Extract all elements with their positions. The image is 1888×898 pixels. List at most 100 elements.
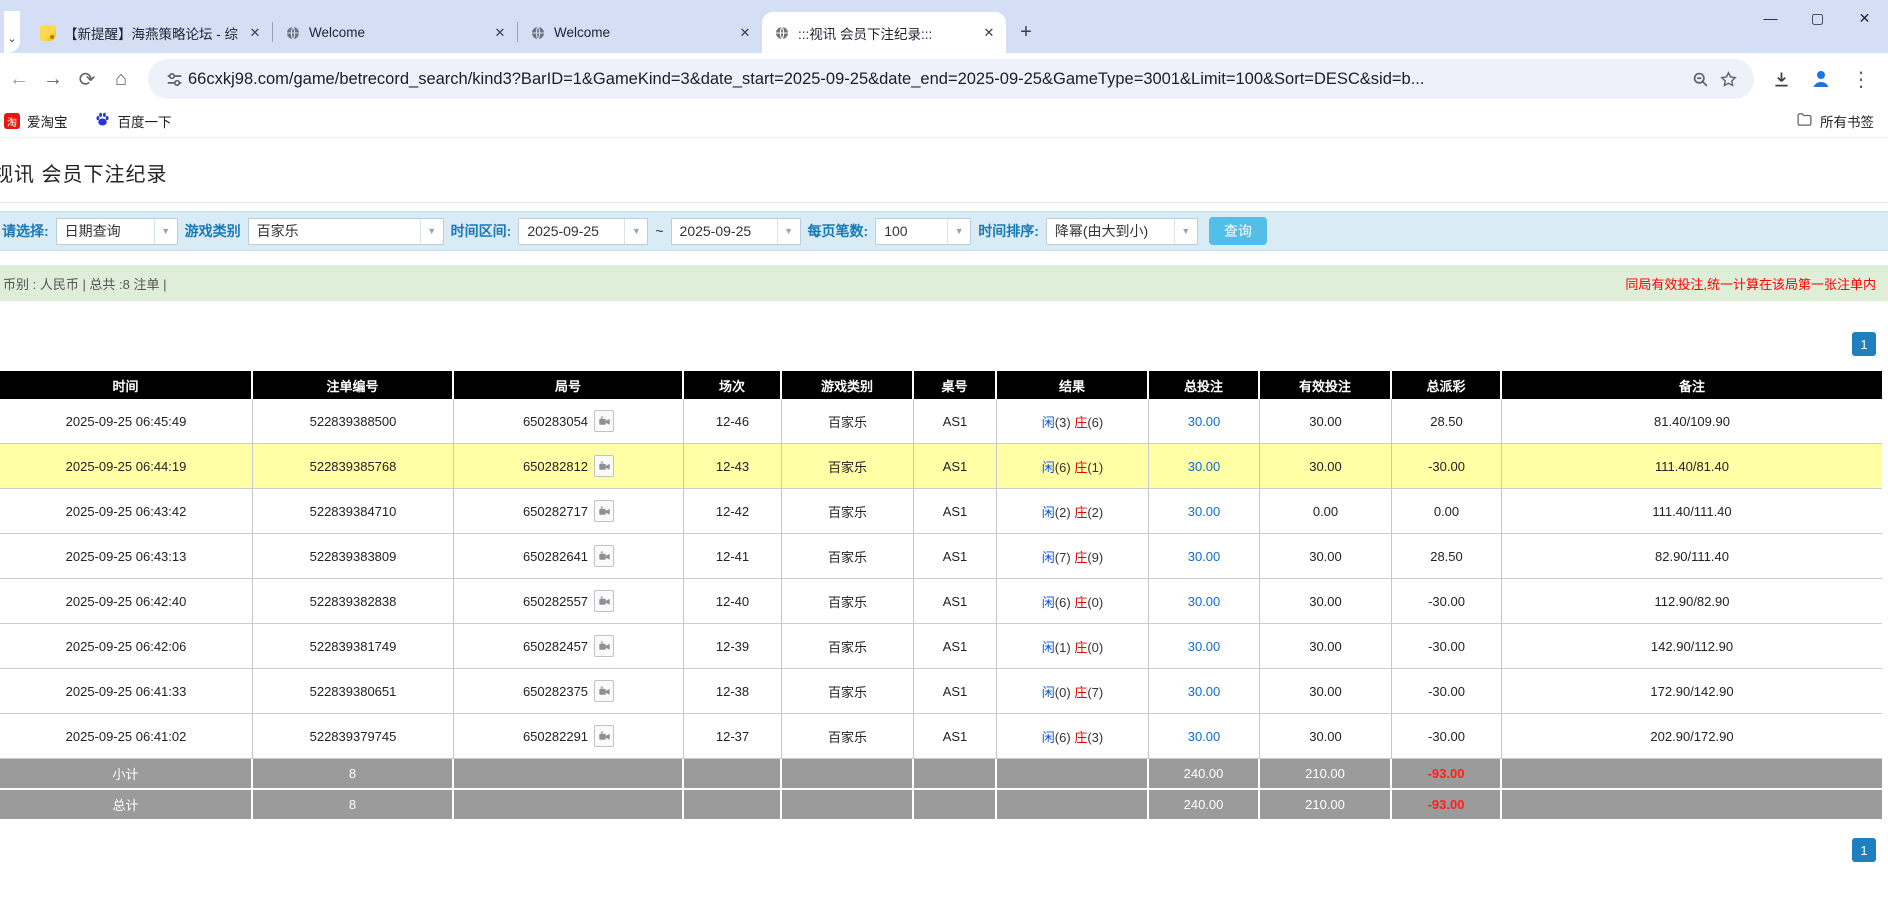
table-row: 2025-09-25 06:42:06522839381749650282457… [0, 624, 1882, 669]
chevron-down-icon[interactable]: ▼ [624, 219, 647, 244]
page-number-button[interactable]: 1 [1852, 332, 1876, 356]
total-row: 总计8240.00210.00-93.00 [0, 790, 1882, 821]
menu-kebab-icon[interactable]: ⋮ [1844, 62, 1878, 96]
table-row: 2025-09-25 06:44:19522839385768650282812… [0, 444, 1882, 489]
cell-game: 百家乐 [782, 624, 914, 669]
maximize-button[interactable]: ▢ [1794, 0, 1841, 36]
url-text[interactable]: 66cxkj98.com/game/betrecord_search/kind3… [188, 70, 1686, 89]
home-icon[interactable]: ⌂ [104, 62, 138, 96]
cell-table-no: AS1 [914, 579, 997, 624]
close-icon[interactable]: ✕ [246, 24, 264, 42]
profile-avatar-icon[interactable] [1804, 62, 1838, 96]
close-icon[interactable]: ✕ [980, 24, 998, 42]
pagination-bottom: 1 [0, 838, 1888, 862]
video-replay-icon[interactable] [594, 725, 614, 747]
cell-payout: -30.00 [1392, 624, 1502, 669]
forward-icon[interactable]: → [36, 62, 70, 96]
all-bookmarks[interactable]: 所有书签 [1796, 111, 1874, 131]
cell-time: 2025-09-25 06:41:02 [0, 714, 253, 759]
close-icon[interactable]: ✕ [491, 24, 509, 42]
query-button[interactable]: 查询 [1209, 217, 1267, 245]
cell-result: 闲(6) 庄(0) [997, 579, 1149, 624]
chevron-down-icon[interactable]: ▼ [947, 219, 970, 244]
cell-round-no: 650282375 [454, 669, 684, 714]
cell-session: 12-40 [684, 579, 782, 624]
cell-game: 百家乐 [782, 399, 914, 444]
select-type-label: 请选择: [2, 221, 49, 241]
video-replay-icon[interactable] [594, 635, 614, 657]
page-size-select[interactable]: 100 ▼ [875, 218, 971, 245]
address-bar[interactable]: 66cxkj98.com/game/betrecord_search/kind3… [148, 59, 1754, 99]
tab-title: 【新提醒】海燕策略论坛 - 综合 [64, 23, 238, 43]
cell-total-bet[interactable]: 30.00 [1149, 444, 1260, 489]
cell-total-bet[interactable]: 30.00 [1149, 534, 1260, 579]
cell-bet-no: 522839381749 [253, 624, 454, 669]
cell-time: 2025-09-25 06:41:33 [0, 669, 253, 714]
video-replay-icon[interactable] [594, 500, 614, 522]
cell-round-no: 650283054 [454, 399, 684, 444]
cell-valid-bet: 30.00 [1260, 579, 1392, 624]
time-sort-label: 时间排序: [978, 221, 1039, 241]
query-type-select[interactable]: 日期查询 ▼ [56, 218, 178, 245]
column-header: 场次 [684, 371, 782, 399]
cell-time: 2025-09-25 06:43:42 [0, 489, 253, 534]
footer-cell [914, 759, 997, 790]
cell-bet-no: 522839382838 [253, 579, 454, 624]
cell-game: 百家乐 [782, 714, 914, 759]
bookmark-taobao[interactable]: 淘 爱淘宝 [4, 111, 68, 131]
cell-total-bet[interactable]: 30.00 [1149, 714, 1260, 759]
tab-welcome-1[interactable]: Welcome ✕ [273, 12, 517, 53]
cell-remark: 111.40/81.40 [1502, 444, 1882, 489]
cell-bet-no: 522839383809 [253, 534, 454, 579]
divider [0, 202, 1888, 203]
tab-strip-edge: ⌄ [4, 11, 20, 53]
table-row: 2025-09-25 06:41:33522839380651650282375… [0, 669, 1882, 714]
chevron-down-icon[interactable]: ▼ [154, 219, 177, 244]
footer-cell: -93.00 [1392, 790, 1502, 821]
baidu-paw-icon [94, 111, 111, 131]
downloads-icon[interactable] [1764, 62, 1798, 96]
tab-bet-records-active[interactable]: :::视讯 会员下注纪录::: ✕ [762, 12, 1006, 53]
cell-round-no: 650282812 [454, 444, 684, 489]
time-sort-select[interactable]: 降幂(由大到小) ▼ [1046, 218, 1198, 245]
back-icon[interactable]: ← [2, 62, 36, 96]
query-type-value: 日期查询 [57, 219, 154, 244]
cell-payout: -30.00 [1392, 579, 1502, 624]
close-window-button[interactable]: ✕ [1841, 0, 1888, 36]
close-icon[interactable]: ✕ [736, 24, 754, 42]
cell-total-bet[interactable]: 30.00 [1149, 579, 1260, 624]
chevron-down-icon[interactable]: ▼ [420, 219, 443, 244]
bookmark-baidu[interactable]: 百度一下 [94, 111, 172, 131]
page-number-button[interactable]: 1 [1852, 838, 1876, 862]
bookmark-star-icon[interactable] [1714, 65, 1742, 93]
tab-welcome-2[interactable]: Welcome ✕ [518, 12, 762, 53]
minimize-button[interactable]: — [1747, 0, 1794, 36]
video-replay-icon[interactable] [594, 590, 614, 612]
video-replay-icon[interactable] [594, 455, 614, 477]
cell-total-bet[interactable]: 30.00 [1149, 489, 1260, 534]
cell-total-bet[interactable]: 30.00 [1149, 669, 1260, 714]
cell-valid-bet: 30.00 [1260, 624, 1392, 669]
cell-table-no: AS1 [914, 624, 997, 669]
new-tab-button[interactable]: + [1012, 18, 1040, 46]
zoom-icon[interactable] [1686, 65, 1714, 93]
cell-valid-bet: 30.00 [1260, 714, 1392, 759]
video-replay-icon[interactable] [594, 545, 614, 567]
chevron-down-icon[interactable]: ▼ [1174, 219, 1197, 244]
cell-total-bet[interactable]: 30.00 [1149, 624, 1260, 669]
video-replay-icon[interactable] [594, 680, 614, 702]
site-settings-icon[interactable] [160, 65, 188, 93]
date-end-select[interactable]: 2025-09-25 ▼ [671, 218, 801, 245]
chevron-down-icon[interactable]: ▼ [777, 219, 800, 244]
cell-valid-bet: 30.00 [1260, 534, 1392, 579]
video-replay-icon[interactable] [594, 410, 614, 432]
tab-forum[interactable]: 【新提醒】海燕策略论坛 - 综合 ✕ [28, 12, 272, 53]
cell-total-bet[interactable]: 30.00 [1149, 399, 1260, 444]
reload-icon[interactable]: ⟳ [70, 62, 104, 96]
game-category-select[interactable]: 百家乐 ▼ [248, 218, 444, 245]
date-start-select[interactable]: 2025-09-25 ▼ [518, 218, 648, 245]
cell-session: 12-41 [684, 534, 782, 579]
game-category-value: 百家乐 [249, 219, 420, 244]
table-row: 2025-09-25 06:41:02522839379745650282291… [0, 714, 1882, 759]
cell-table-no: AS1 [914, 489, 997, 534]
